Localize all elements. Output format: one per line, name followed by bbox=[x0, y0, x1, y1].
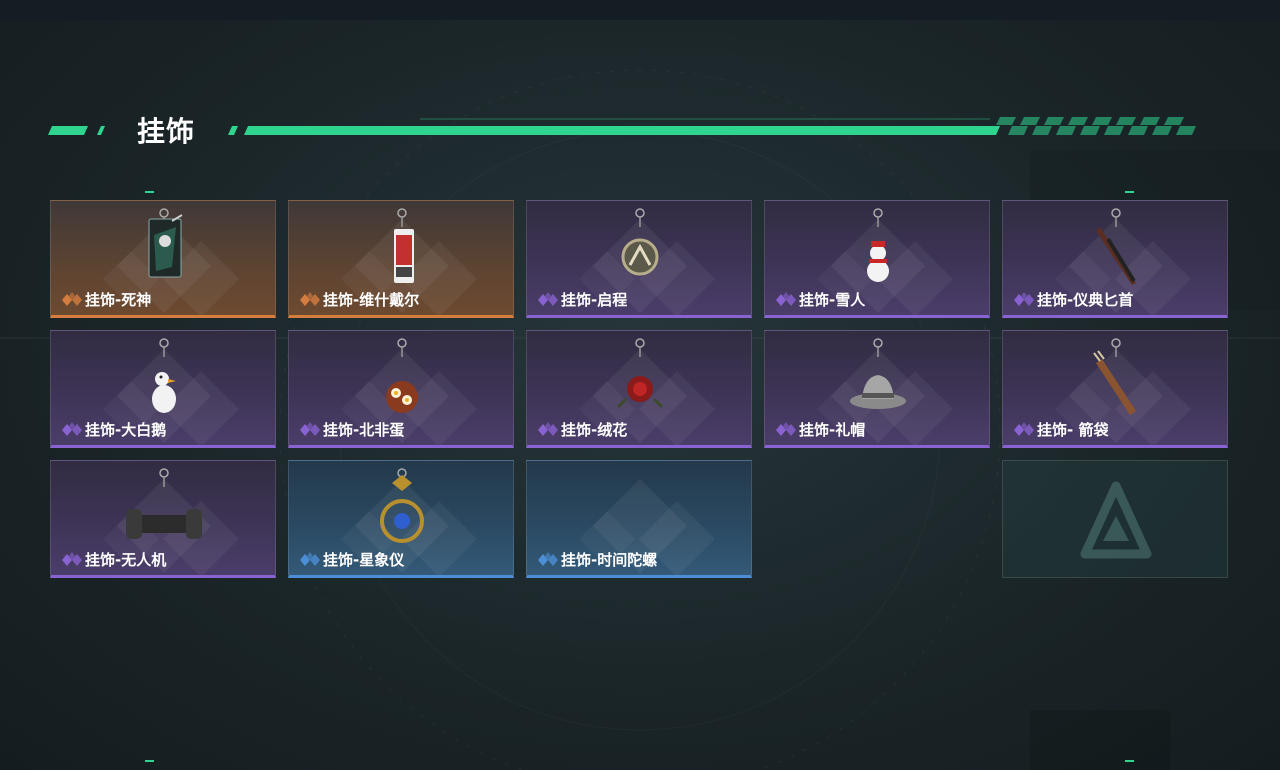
charm-label-row: 挂饰-绒花 bbox=[537, 419, 627, 440]
charm-label-row: 挂饰-维什戴尔 bbox=[299, 289, 419, 310]
charm-label-row: 挂饰-仪典匕首 bbox=[1013, 289, 1133, 310]
charm-label-row: 挂饰-无人机 bbox=[61, 549, 166, 570]
orange-rarity-icon bbox=[62, 291, 82, 306]
blue-rarity-icon bbox=[300, 551, 320, 566]
charm-label-row: 挂饰-死神 bbox=[61, 289, 151, 310]
charm-label-row: 挂饰-启程 bbox=[537, 289, 627, 310]
charm-name: 挂饰-礼帽 bbox=[799, 421, 866, 439]
charm-name: 挂饰-北非蛋 bbox=[323, 421, 405, 439]
dagger-charm-icon bbox=[1096, 208, 1136, 285]
placeholder-logo-icon bbox=[1080, 481, 1152, 559]
charm-name: 挂饰-大白鹅 bbox=[85, 421, 167, 439]
astrolabe-charm-icon bbox=[380, 468, 424, 543]
charm-name: 挂饰-雪人 bbox=[799, 291, 866, 309]
charm-card[interactable]: 挂饰-北非蛋 bbox=[288, 330, 514, 448]
charm-name: 挂饰-维什戴尔 bbox=[323, 291, 420, 309]
purple-rarity-icon bbox=[62, 551, 82, 566]
goose-charm-icon bbox=[152, 338, 176, 413]
purple-rarity-icon bbox=[62, 421, 82, 436]
charm-label-row: 挂饰-大白鹅 bbox=[61, 419, 166, 440]
reaper-charm-icon bbox=[148, 208, 183, 278]
charm-card[interactable]: 挂饰-礼帽 bbox=[764, 330, 990, 448]
charm-label-row: 挂饰- 箭袋 bbox=[1013, 419, 1108, 440]
charm-name: 挂饰-无人机 bbox=[85, 551, 167, 569]
charm-card[interactable]: 挂饰-时间陀螺 bbox=[526, 460, 752, 578]
hat-charm-icon bbox=[850, 338, 906, 409]
shakshuka-charm-icon bbox=[386, 338, 418, 413]
purple-rarity-icon bbox=[1014, 291, 1034, 306]
orange-rarity-icon bbox=[300, 291, 320, 306]
charm-label-row: 挂饰-北非蛋 bbox=[299, 419, 404, 440]
charm-name: 挂饰-星象仪 bbox=[323, 551, 405, 569]
page-title: 挂饰 bbox=[137, 115, 196, 148]
charm-card[interactable]: 挂饰-雪人 bbox=[764, 200, 990, 318]
charm-label-row: 挂饰-雪人 bbox=[775, 289, 865, 310]
purple-rarity-icon bbox=[300, 421, 320, 436]
purple-rarity-icon bbox=[776, 421, 796, 436]
top-band bbox=[0, 0, 1280, 20]
charm-card[interactable]: 挂饰-绒花 bbox=[526, 330, 752, 448]
charm-card[interactable]: 挂饰-星象仪 bbox=[288, 460, 514, 578]
charm-card[interactable]: 挂饰-维什戴尔 bbox=[288, 200, 514, 318]
snowman-charm-icon bbox=[867, 208, 889, 282]
charm-card[interactable]: 挂饰-大白鹅 bbox=[50, 330, 276, 448]
charm-card[interactable]: 挂饰-无人机 bbox=[50, 460, 276, 578]
charm-label-row: 挂饰-时间陀螺 bbox=[537, 549, 657, 570]
charm-card[interactable]: 挂饰-启程 bbox=[526, 200, 752, 318]
charm-name: 挂饰- 箭袋 bbox=[1037, 421, 1109, 439]
charm-card[interactable]: 挂饰-死神 bbox=[50, 200, 276, 318]
card-charm-icon bbox=[394, 208, 414, 283]
quiver-charm-icon bbox=[1093, 338, 1136, 415]
corner-mark bbox=[1125, 191, 1134, 193]
purple-rarity-icon bbox=[1014, 421, 1034, 436]
rose-charm-icon bbox=[616, 338, 664, 409]
corner-mark bbox=[145, 760, 154, 762]
purple-rarity-icon bbox=[776, 291, 796, 306]
empty-slot bbox=[1002, 460, 1228, 578]
purple-rarity-icon bbox=[538, 291, 558, 306]
purple-rarity-icon bbox=[538, 421, 558, 436]
charm-name: 挂饰-绒花 bbox=[561, 421, 628, 439]
charm-card[interactable]: 挂饰- 箭袋 bbox=[1002, 330, 1228, 448]
charm-card[interactable]: 挂饰-仪典匕首 bbox=[1002, 200, 1228, 318]
corner-mark bbox=[1125, 760, 1134, 762]
section-header: 挂饰 bbox=[0, 100, 1280, 160]
drone-charm-icon bbox=[126, 468, 202, 539]
charm-label-row: 挂饰-礼帽 bbox=[775, 419, 865, 440]
blue-rarity-icon bbox=[538, 551, 558, 566]
corner-mark bbox=[145, 191, 154, 193]
charm-name: 挂饰-时间陀螺 bbox=[561, 551, 658, 569]
time-top-charm-icon bbox=[590, 465, 690, 555]
charm-name: 挂饰-启程 bbox=[561, 291, 628, 309]
charm-name: 挂饰-仪典匕首 bbox=[1037, 291, 1134, 309]
medal-charm-icon bbox=[621, 208, 659, 276]
charm-name: 挂饰-死神 bbox=[85, 291, 152, 309]
charm-label-row: 挂饰-星象仪 bbox=[299, 549, 404, 570]
